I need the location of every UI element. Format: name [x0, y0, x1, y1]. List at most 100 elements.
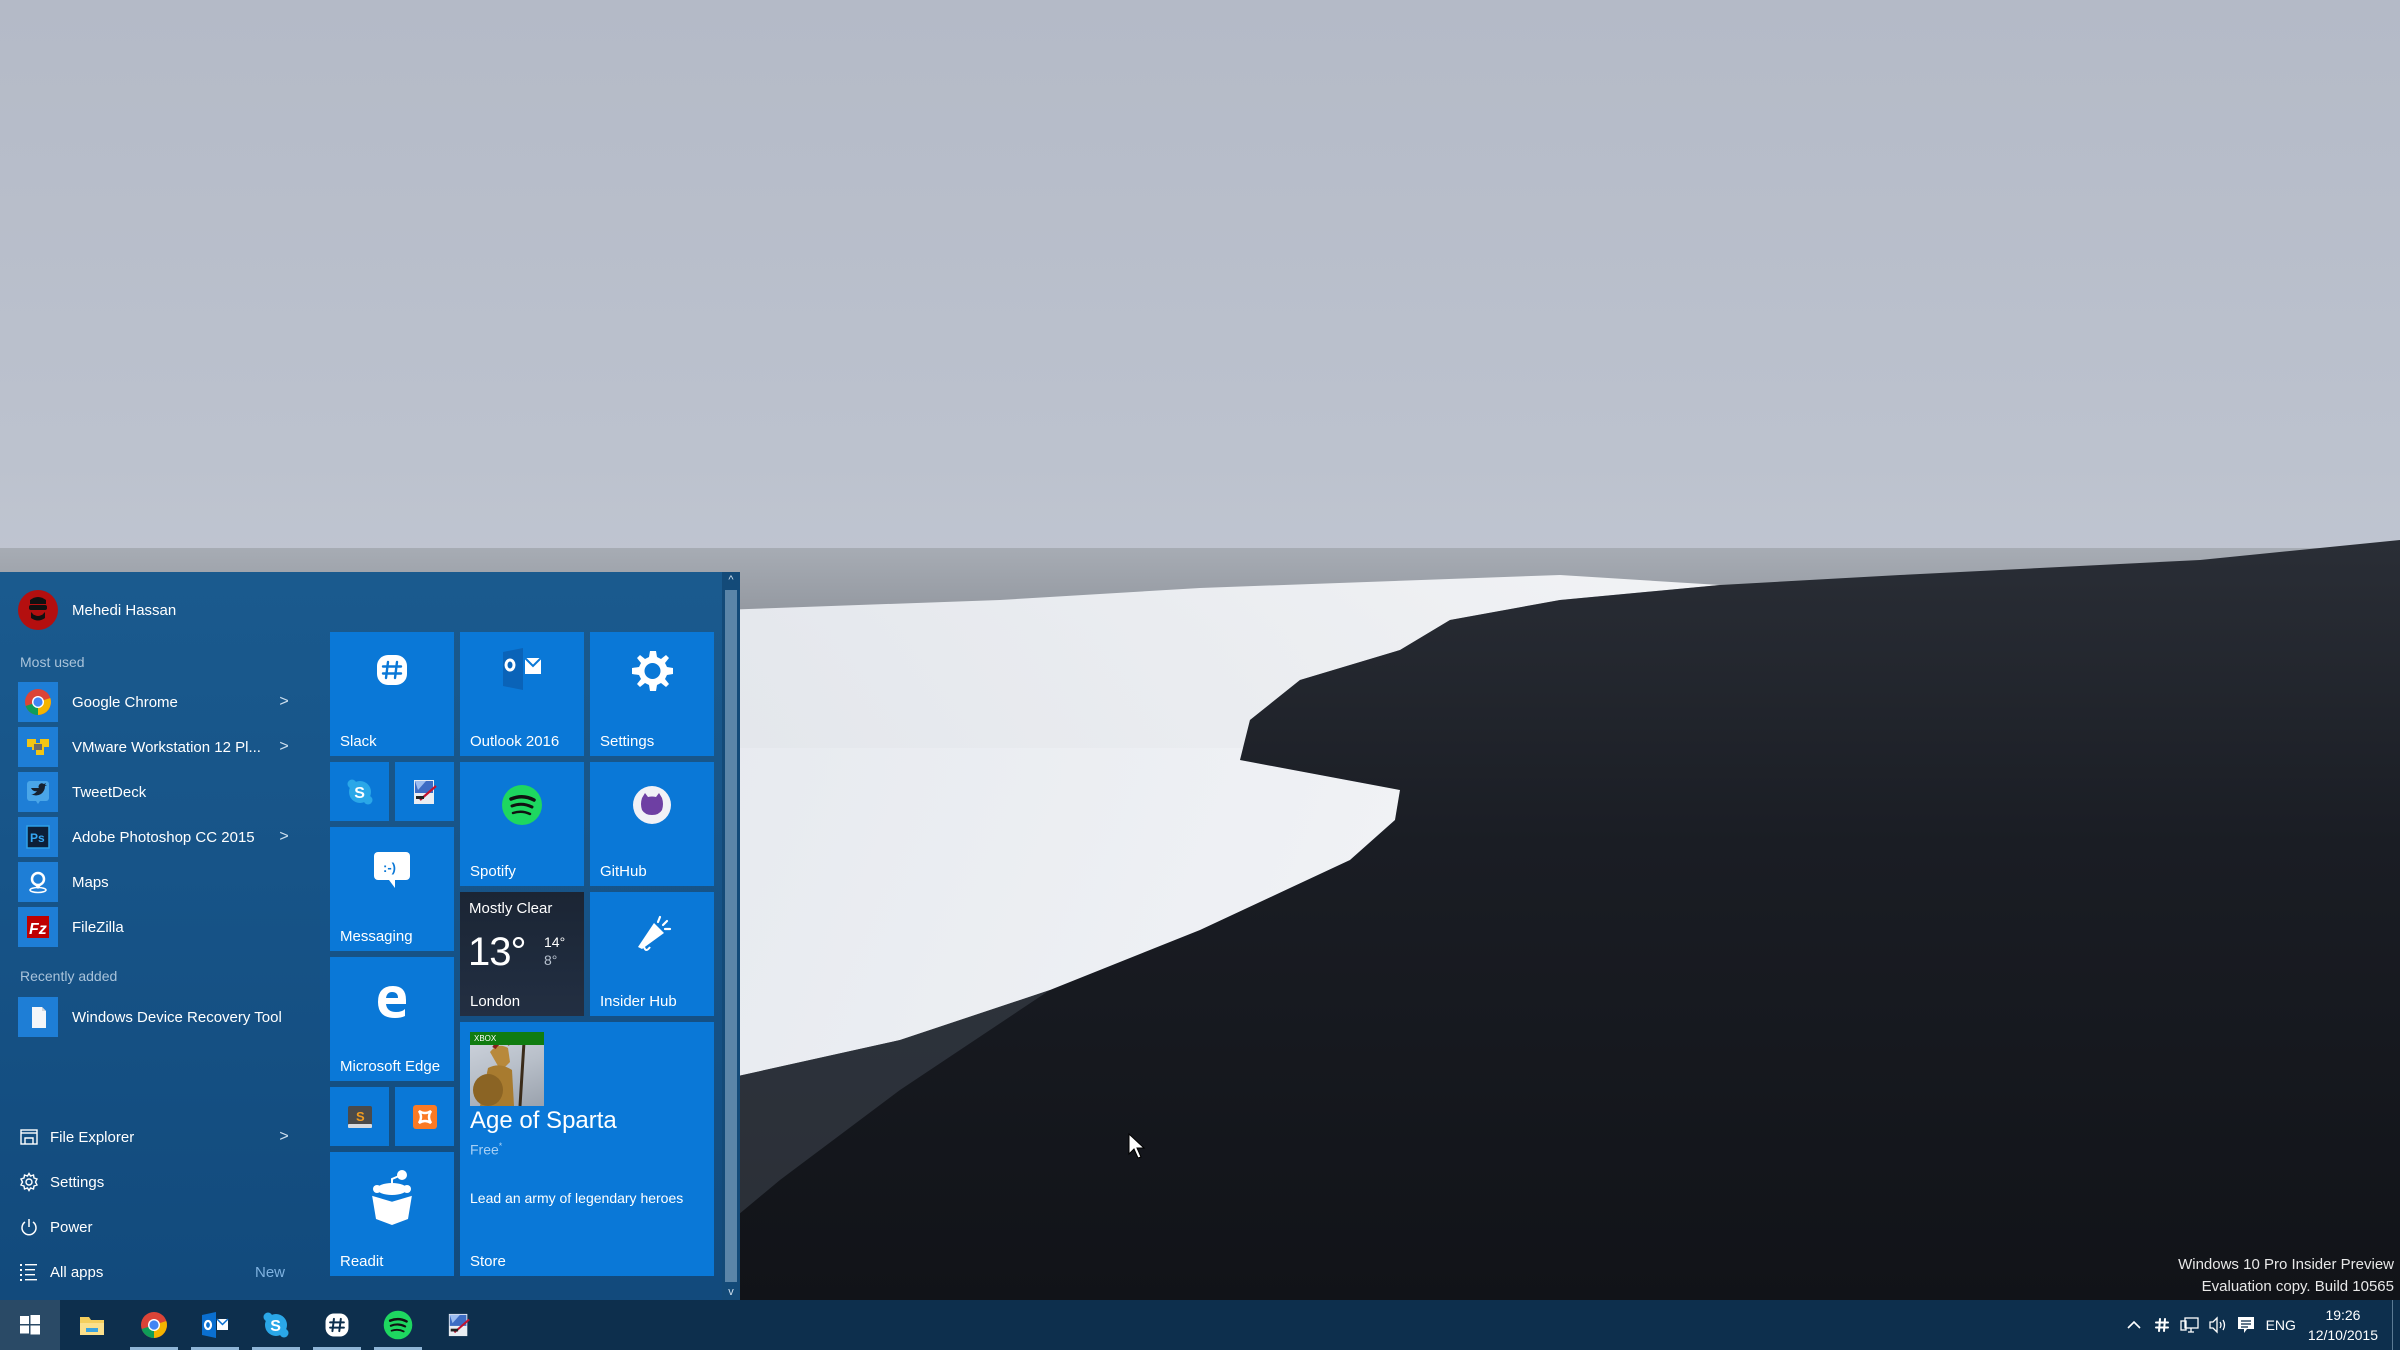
all-apps-button[interactable]: All apps New [18, 1252, 293, 1292]
scrollbar-thumb[interactable] [725, 590, 737, 1282]
weather-city: London [470, 993, 521, 1010]
weather-temperature: 13° [468, 930, 526, 974]
weather-high: 14° [544, 934, 566, 950]
new-badge: New [254, 1263, 285, 1281]
settings-label: Settings [50, 1173, 105, 1191]
spotify-icon [460, 780, 584, 830]
tile-label: Messaging [340, 928, 413, 945]
chevron-right-icon[interactable]: > [275, 693, 293, 711]
power-button[interactable]: Power [18, 1207, 293, 1247]
slack-tray-icon[interactable] [2148, 1300, 2176, 1350]
svg-text::-): :-) [383, 860, 396, 875]
list-icon [18, 1261, 40, 1283]
taskbar-outlook[interactable] [185, 1300, 245, 1350]
clock-time: 19:26 [2325, 1307, 2361, 1323]
action-center-icon[interactable] [2232, 1300, 2260, 1350]
tile-github[interactable]: GitHub [590, 762, 714, 886]
taskbar-spotify[interactable] [368, 1300, 428, 1350]
tile-outlook-2016[interactable]: Outlook 2016 [460, 632, 584, 756]
outlook-icon [460, 644, 584, 694]
snipping-tool-icon [395, 762, 454, 821]
app-item-windows-device-recovery-tool[interactable]: Windows Device Recovery Tool [18, 997, 293, 1037]
taskbar-snipping-tool[interactable] [429, 1300, 489, 1350]
taskbar-file-explorer[interactable] [62, 1300, 122, 1350]
tile-sublime-text[interactable]: S [330, 1087, 389, 1146]
clock[interactable]: 19:26 12/10/2015 [2308, 1305, 2378, 1345]
show-desktop-button[interactable] [2392, 1300, 2400, 1350]
tile-readit[interactable]: Readit [330, 1152, 454, 1276]
store-app-price: Free* [470, 1141, 502, 1158]
volume-icon[interactable] [2204, 1300, 2232, 1350]
chevron-right-icon[interactable]: > [275, 828, 293, 846]
skype-icon: S [330, 762, 389, 821]
tile-xampp[interactable] [395, 1087, 454, 1146]
start-left-column: Mehedi Hassan Most used Google Chrome > [0, 572, 310, 1300]
app-label: Maps [72, 873, 109, 891]
folder-icon [80, 1317, 104, 1335]
scroll-up-arrow-icon[interactable]: ^ [722, 572, 740, 588]
svg-text:Ps: Ps [30, 831, 45, 845]
tile-label: Outlook 2016 [470, 733, 560, 750]
tile-label: Settings [600, 733, 655, 750]
user-account-button[interactable]: Mehedi Hassan [18, 590, 176, 630]
weather-low: 8° [544, 952, 558, 968]
tile-store[interactable]: XBOX Age of Sparta Free* Lead an army of… [460, 1022, 714, 1276]
tile-label: Insider Hub [600, 993, 677, 1010]
readit-icon [330, 1164, 454, 1228]
app-item-google-chrome[interactable]: Google Chrome > [18, 682, 293, 722]
power-label: Power [50, 1218, 93, 1236]
messaging-icon: :-) [330, 845, 454, 895]
tile-label: Spotify [470, 863, 516, 880]
tiles-scrollbar[interactable]: ^ v [722, 572, 740, 1300]
mouse-cursor-icon [1128, 1133, 1146, 1159]
svg-text:S: S [356, 1109, 365, 1124]
file-explorer-label: File Explorer [50, 1128, 135, 1146]
price-footnote-mark: * [498, 1141, 503, 1151]
app-item-tweetdeck[interactable]: TweetDeck [18, 772, 293, 812]
taskbar-skype[interactable]: S [246, 1300, 306, 1350]
tweetdeck-icon [18, 772, 58, 812]
tile-skype[interactable]: S [330, 762, 389, 821]
app-label: FileZilla [72, 918, 124, 936]
network-icon[interactable] [2176, 1300, 2204, 1350]
tile-snipping-tool[interactable] [395, 762, 454, 821]
app-item-adobe-photoshop[interactable]: Ps Adobe Photoshop CC 2015 > [18, 817, 293, 857]
input-language[interactable]: ENG [2266, 1317, 2296, 1333]
app-label: Windows Device Recovery Tool [72, 1008, 282, 1026]
weather-condition: Mostly Clear [469, 900, 553, 917]
app-item-vmware-workstation[interactable]: VMware Workstation 12 Pl... > [18, 727, 293, 767]
tile-spotify[interactable]: Spotify [460, 762, 584, 886]
xampp-icon [395, 1087, 454, 1146]
show-hidden-icons-chevron-up-icon[interactable] [2120, 1300, 2148, 1350]
scroll-down-arrow-icon[interactable]: v [722, 1284, 740, 1300]
power-icon [18, 1216, 40, 1238]
tile-label: Slack [340, 733, 377, 750]
chevron-right-icon[interactable]: > [275, 1128, 293, 1146]
tile-microsoft-edge[interactable]: Microsoft Edge [330, 957, 454, 1081]
app-item-filezilla[interactable]: Fz FileZilla [18, 907, 293, 947]
app-item-maps[interactable]: Maps [18, 862, 293, 902]
tile-settings[interactable]: Settings [590, 632, 714, 756]
tile-insider-hub[interactable]: Insider Hub [590, 892, 714, 1016]
start-button[interactable] [0, 1300, 60, 1350]
file-explorer-icon [18, 1126, 40, 1148]
tile-slack[interactable]: Slack [330, 632, 454, 756]
outlook-icon [202, 1312, 229, 1338]
gear-icon [590, 646, 714, 696]
tile-weather[interactable]: Mostly Clear 13° 14° 8° London [460, 892, 584, 1016]
start-menu: Mehedi Hassan Most used Google Chrome > [0, 572, 740, 1300]
megaphone-icon [590, 908, 714, 958]
tile-messaging[interactable]: :-) Messaging [330, 827, 454, 951]
file-explorer-button[interactable]: File Explorer > [18, 1117, 293, 1157]
edge-icon [330, 975, 454, 1025]
taskbar-chrome[interactable] [124, 1300, 184, 1350]
photoshop-icon: Ps [18, 817, 58, 857]
build-watermark: Windows 10 Pro Insider Preview Evaluatio… [2178, 1254, 2394, 1298]
svg-text:Fz: Fz [29, 921, 47, 938]
taskbar-slack[interactable] [307, 1300, 367, 1350]
svg-text:S: S [354, 785, 365, 802]
document-icon [18, 997, 58, 1037]
chevron-right-icon[interactable]: > [275, 738, 293, 756]
clock-date: 12/10/2015 [2307, 1327, 2378, 1343]
settings-button[interactable]: Settings [18, 1162, 293, 1202]
